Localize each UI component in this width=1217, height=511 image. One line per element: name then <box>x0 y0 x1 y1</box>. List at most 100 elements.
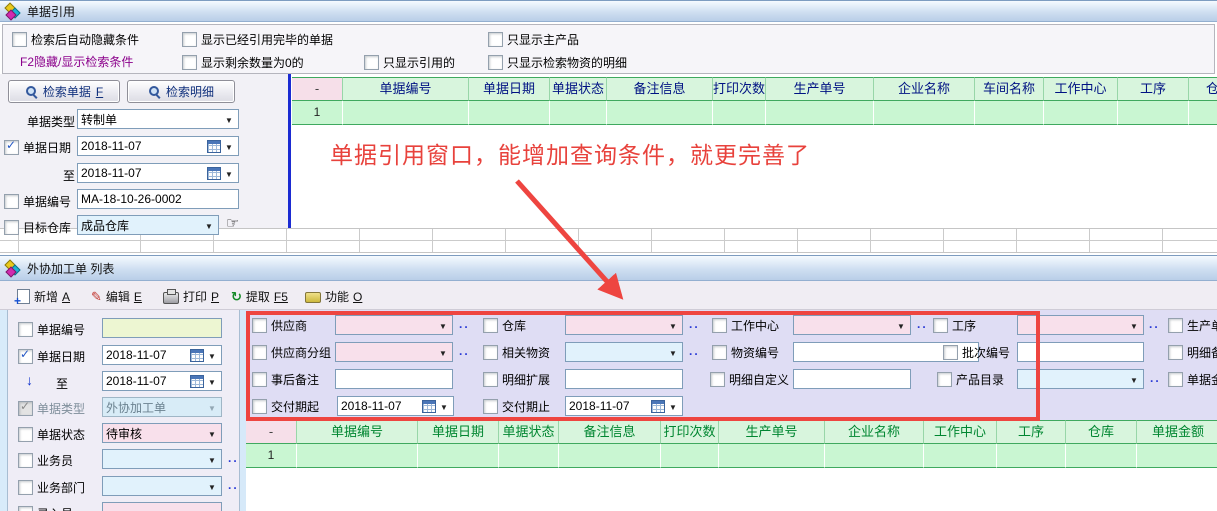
column-header[interactable]: 生产单号 <box>766 77 874 101</box>
column-header[interactable]: 单据状态 <box>550 77 607 101</box>
entry-clerk-checkbox[interactable] <box>18 506 33 511</box>
checkbox-show-zero-qty[interactable]: 显示剩余数量为0的 <box>182 52 304 72</box>
table-row[interactable]: 1 <box>292 101 1217 125</box>
chevron-down-icon[interactable] <box>223 112 235 126</box>
only-main-product-checkbox[interactable] <box>488 32 503 47</box>
column-header[interactable]: 仓库 <box>1066 420 1137 444</box>
search-documents-button[interactable]: 检索单据 F <box>8 80 120 103</box>
table-cell[interactable] <box>469 101 550 125</box>
list-doc-date-checkbox[interactable] <box>18 349 33 364</box>
column-header[interactable]: 工序 <box>997 420 1066 444</box>
table-row[interactable]: 1 <box>246 444 1217 468</box>
table-cell[interactable] <box>1137 444 1217 468</box>
product-catalog-browse[interactable]: .. <box>1150 371 1161 385</box>
calendar-icon[interactable] <box>190 375 204 388</box>
table-cell[interactable] <box>297 444 418 468</box>
prod-order-checkbox[interactable] <box>1168 318 1183 333</box>
process-browse[interactable]: .. <box>1149 317 1160 331</box>
table-cell[interactable] <box>713 101 766 125</box>
list-doc-no-checkbox[interactable] <box>18 322 33 337</box>
calendar-icon[interactable] <box>190 349 204 362</box>
sales-dept-browse[interactable]: .. <box>228 478 239 492</box>
row-number-cell[interactable]: 1 <box>246 444 297 468</box>
doc-date-checkbox[interactable] <box>4 140 19 155</box>
table-cell[interactable] <box>343 101 469 125</box>
entry-clerk-select[interactable] <box>102 502 222 511</box>
auto-hide-checkbox[interactable] <box>12 32 27 47</box>
list-doc-status-checkbox[interactable] <box>18 427 33 442</box>
calendar-icon[interactable] <box>207 167 221 180</box>
edit-button[interactable]: ✎ 编辑E <box>86 286 147 307</box>
jump-down-arrow-icon[interactable]: ↓ <box>26 373 33 387</box>
column-header[interactable]: 仓库 <box>1189 77 1217 101</box>
chevron-down-icon[interactable] <box>206 348 218 362</box>
column-header[interactable]: 打印次数 <box>661 420 719 444</box>
table-cell[interactable] <box>719 444 825 468</box>
doc-no-input[interactable]: MA-18-10-26-0002 <box>77 189 239 209</box>
sales-dept-select[interactable] <box>102 476 222 496</box>
column-header[interactable]: 打印次数 <box>713 77 766 101</box>
target-warehouse-select[interactable]: 成品仓库 <box>77 215 219 235</box>
table-cell[interactable] <box>607 101 713 125</box>
table-cell[interactable] <box>1189 101 1217 125</box>
chevron-down-icon[interactable] <box>203 218 215 232</box>
list-doc-status-select[interactable]: 待审核 <box>102 423 222 443</box>
column-header[interactable]: 工作中心 <box>924 420 997 444</box>
chevron-down-icon[interactable] <box>206 452 218 466</box>
table-cell[interactable] <box>874 101 975 125</box>
checkbox-show-referenced-done[interactable]: 显示已经引用完毕的单据 <box>182 29 333 49</box>
panel-divider[interactable] <box>239 310 246 511</box>
table-cell[interactable] <box>1066 444 1137 468</box>
column-header[interactable]: 企业名称 <box>825 420 924 444</box>
chevron-down-icon[interactable] <box>206 505 218 511</box>
table-cell[interactable] <box>418 444 499 468</box>
doc-date-from-field[interactable]: 2018-11-07 <box>77 136 239 156</box>
table-cell[interactable] <box>975 101 1044 125</box>
table-cell[interactable] <box>499 444 559 468</box>
hand-pointer-icon[interactable]: ☞ <box>226 216 239 232</box>
table-cell[interactable] <box>766 101 874 125</box>
add-button[interactable]: 新增A <box>12 286 75 307</box>
column-header[interactable]: 工序 <box>1118 77 1189 101</box>
chevron-down-icon[interactable] <box>223 139 235 153</box>
column-header[interactable]: 备注信息 <box>607 77 713 101</box>
list-doc-date-to-field[interactable]: 2018-11-07 <box>102 371 222 391</box>
column-header[interactable]: 单据日期 <box>418 420 499 444</box>
chevron-down-icon[interactable] <box>206 479 218 493</box>
chevron-down-icon[interactable] <box>1128 372 1140 386</box>
doc-no-checkbox[interactable] <box>4 194 19 209</box>
checkbox-auto-hide[interactable]: 检索后自动隐藏条件 <box>12 29 139 49</box>
column-header[interactable]: 单据编号 <box>297 420 418 444</box>
table-cell[interactable] <box>550 101 607 125</box>
print-button[interactable]: 打印P <box>158 286 224 307</box>
row-number-cell[interactable]: 1 <box>292 101 343 125</box>
column-header[interactable]: - <box>292 77 343 101</box>
column-header[interactable]: 工作中心 <box>1044 77 1118 101</box>
salesman-select[interactable] <box>102 449 222 469</box>
doc-date-to-field[interactable]: 2018-11-07 <box>77 163 239 183</box>
column-header[interactable]: 单据状态 <box>499 420 559 444</box>
only-referenced-checkbox[interactable] <box>364 55 379 70</box>
column-header[interactable]: 备注信息 <box>559 420 661 444</box>
column-header[interactable]: 车间名称 <box>975 77 1044 101</box>
column-header[interactable]: - <box>246 420 297 444</box>
calendar-icon[interactable] <box>207 140 221 153</box>
search-details-button[interactable]: 检索明细 <box>127 80 235 103</box>
only-searched-detail-checkbox[interactable] <box>488 55 503 70</box>
column-header[interactable]: 单据日期 <box>469 77 550 101</box>
detail-note-checkbox[interactable] <box>1168 345 1183 360</box>
table-cell[interactable] <box>825 444 924 468</box>
salesman-browse[interactable]: .. <box>228 451 239 465</box>
salesman-checkbox[interactable] <box>18 453 33 468</box>
checkbox-only-searched-detail[interactable]: 只显示检索物资的明细 <box>488 52 627 72</box>
chevron-down-icon[interactable] <box>223 166 235 180</box>
table-cell[interactable] <box>924 444 997 468</box>
table-cell[interactable] <box>559 444 661 468</box>
column-header[interactable]: 单据金额 <box>1137 420 1217 444</box>
target-warehouse-checkbox[interactable] <box>4 220 19 235</box>
chevron-down-icon[interactable] <box>206 426 218 440</box>
chevron-down-icon[interactable] <box>1128 318 1140 332</box>
column-header[interactable]: 单据编号 <box>343 77 469 101</box>
table-cell[interactable] <box>997 444 1066 468</box>
sales-dept-checkbox[interactable] <box>18 480 33 495</box>
